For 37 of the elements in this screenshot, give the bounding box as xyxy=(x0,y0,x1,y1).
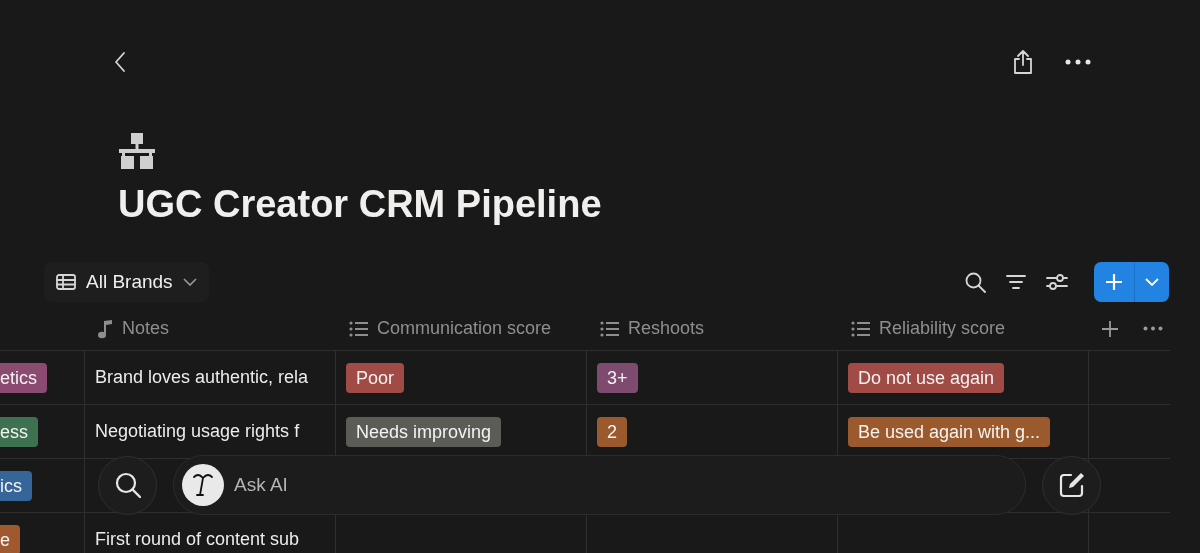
column-header[interactable]: Communication score xyxy=(377,318,552,339)
settings-icon[interactable] xyxy=(1046,273,1068,291)
ask-ai-button[interactable]: Ask AI xyxy=(173,455,1026,515)
tag: etics xyxy=(0,362,47,393)
search-icon[interactable] xyxy=(965,271,986,293)
column-header[interactable]: Reliability score xyxy=(879,318,1006,339)
table-cell: Negotiating usage rights f xyxy=(95,421,300,442)
tag: Poor xyxy=(346,362,405,393)
table-icon xyxy=(56,274,76,290)
search-icon xyxy=(114,472,141,498)
chevron-down-icon xyxy=(1145,278,1159,286)
tag: Be used again with g... xyxy=(848,416,1051,447)
table-cell: First round of content sub xyxy=(95,529,300,550)
tag: 3+ xyxy=(597,362,638,393)
tag: Needs improving xyxy=(346,416,502,447)
tag: ess xyxy=(0,416,38,447)
more-icon[interactable] xyxy=(1143,326,1163,331)
column-header[interactable]: Reshoots xyxy=(628,318,705,339)
list-icon xyxy=(600,320,620,337)
sitemap-icon xyxy=(118,132,156,170)
tag: e xyxy=(0,524,20,553)
filter-icon[interactable] xyxy=(1006,274,1026,290)
list-icon xyxy=(349,320,369,337)
tag: 2 xyxy=(597,416,627,447)
compose-icon xyxy=(1057,471,1086,499)
music-note-icon xyxy=(98,318,114,339)
page-title: UGC Creator CRM Pipeline xyxy=(118,182,603,227)
add-column-icon[interactable] xyxy=(1101,319,1119,338)
view-tab[interactable]: All Brands xyxy=(44,262,209,302)
chevron-down-icon xyxy=(182,278,197,286)
list-icon xyxy=(851,320,871,337)
tag: Do not use again xyxy=(848,362,1005,393)
table-cell: Brand loves authentic, rela xyxy=(95,367,309,388)
column-header[interactable]: Notes xyxy=(122,318,170,339)
plus-icon xyxy=(1105,273,1123,291)
ai-avatar-icon xyxy=(182,464,224,506)
tag: ics xyxy=(0,470,32,501)
